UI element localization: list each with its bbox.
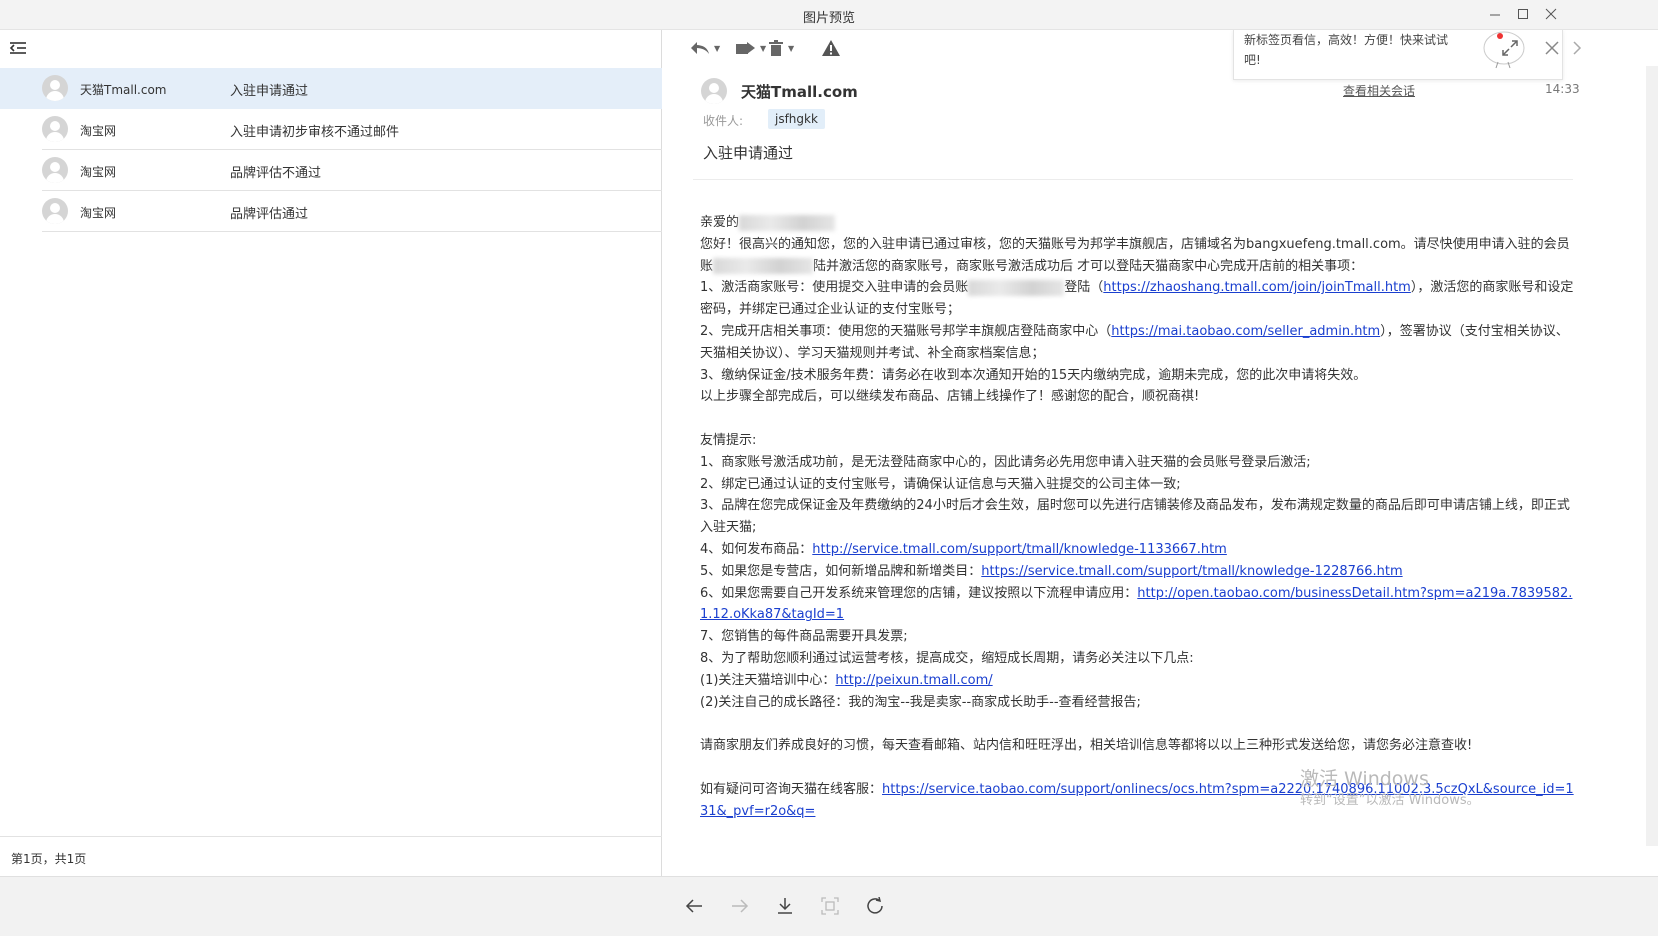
tip-text: 7、您销售的每件商品需要开具发票; bbox=[700, 629, 908, 645]
fit-to-window-button[interactable] bbox=[819, 895, 841, 917]
avatar bbox=[42, 198, 68, 224]
mail-sender: 淘宝网 bbox=[80, 124, 117, 138]
tips-title: 友情提示: bbox=[700, 432, 757, 448]
mail-reader: ▼ ▼ ▼ 新标签页看信，高效！方便！快来试试吧! 天猫Tmall.com 查看… bbox=[663, 30, 1658, 876]
contact-text: 如有疑问可咨询天猫在线客服： bbox=[700, 781, 883, 797]
avatar bbox=[42, 75, 68, 101]
forward-icon bbox=[736, 42, 755, 54]
chevron-right-icon bbox=[1573, 41, 1582, 55]
close-icon bbox=[1545, 41, 1559, 55]
tip-text: 2、绑定已通过认证的支付宝账号，请确保认证信息与天猫入驻提交的公司主体一致; bbox=[700, 476, 1181, 492]
next-button[interactable] bbox=[729, 895, 751, 917]
greeting: 亲爱的 bbox=[700, 215, 740, 230]
mail-subject: 品牌评估通过 bbox=[230, 207, 309, 222]
reply-button[interactable]: ▼ bbox=[689, 38, 720, 58]
avatar bbox=[42, 157, 68, 183]
expand-icon bbox=[1502, 40, 1518, 56]
vertical-scrollbar[interactable] bbox=[1646, 66, 1658, 846]
mail-subject: 品牌评估不通过 bbox=[230, 166, 322, 181]
mail-header: 天猫Tmall.com 查看相关会话 14:33 收件人: jsfhgkk 入驻… bbox=[663, 66, 1623, 216]
mail-list-item[interactable]: 天猫Tmall.com 入驻申请通过 bbox=[0, 68, 662, 109]
forward-nav-icon bbox=[732, 899, 749, 913]
paragraph: 陆并激活您的商家账号，商家账号激活成功后 才可以登陆天猫商家中心完成开店前的相关… bbox=[813, 258, 1364, 274]
new-brand-link[interactable]: https://service.tmall.com/support/tmall/… bbox=[981, 564, 1402, 579]
redacted-account bbox=[968, 279, 1065, 296]
tip-text: 3、品牌在您完成保证金及年费缴纳的24小时后才会生效，届时您可以先进行店铺装修及… bbox=[700, 498, 1570, 536]
left-toolbar bbox=[0, 30, 661, 68]
mail-sender: 淘宝网 bbox=[80, 206, 117, 220]
step-text: 3、缴纳保证金/技术服务年费：请务必在收到本次通知开始的15天内缴纳完成，逾期未… bbox=[700, 367, 1367, 383]
mail-subject-title: 入驻申请通过 bbox=[703, 144, 794, 162]
pagination-text: 第1页，共1页 bbox=[11, 852, 87, 866]
rotate-button[interactable] bbox=[864, 895, 886, 917]
tip-text: (1)关注天猫培训中心： bbox=[700, 672, 836, 688]
activation-watermark-subtitle: 转到“设置”以激活 Windows。 bbox=[1300, 793, 1480, 808]
related-conversation-link[interactable]: 查看相关会话 bbox=[1343, 82, 1415, 99]
step-text: 以上步骤全部完成后，可以继续发布商品、店铺上线操作了！感谢您的配合，顺祝商祺! bbox=[700, 389, 1200, 405]
step-text: 登陆（ bbox=[1064, 280, 1104, 296]
mail-sender: 天猫Tmall.com bbox=[80, 83, 167, 97]
mail-list-item[interactable]: 淘宝网 品牌评估通过 bbox=[42, 191, 662, 232]
mail-list-item[interactable]: 淘宝网 品牌评估不通过 bbox=[42, 150, 662, 191]
maximize-icon bbox=[1518, 9, 1528, 19]
mail-sender-name[interactable]: 天猫Tmall.com bbox=[741, 81, 858, 102]
tip-text: (2)关注自己的成长路径：我的淘宝--我是卖家--商家成长助手--查看经营报告; bbox=[700, 694, 1141, 710]
delete-button[interactable]: ▼ bbox=[767, 38, 794, 58]
reply-icon bbox=[691, 42, 709, 54]
window-title: 图片预览 bbox=[802, 11, 855, 26]
mail-body: 亲爱的 您好！很高兴的通知您，您的入驻申请已通过审核，您的天猫账号为邦学丰旗舰店… bbox=[700, 212, 1575, 822]
close-window-button[interactable] bbox=[1540, 3, 1562, 25]
collapse-sidebar-icon[interactable] bbox=[9, 40, 27, 56]
mail-subject: 入驻申请通过 bbox=[230, 84, 309, 99]
mail-subject: 入驻申请初步审核不通过邮件 bbox=[230, 125, 400, 140]
close-icon bbox=[1545, 8, 1557, 20]
expand-button[interactable] bbox=[1501, 38, 1519, 58]
publish-goods-link[interactable]: http://service.tmall.com/support/tmall/k… bbox=[812, 542, 1227, 557]
tip-text: 8、为了帮助您顺利通过试运营考核，提高成交，缩短成长周期，请务必关注以下几点: bbox=[700, 650, 1194, 666]
close-mail-button[interactable] bbox=[1545, 38, 1559, 58]
previous-button[interactable] bbox=[683, 895, 705, 917]
redacted-name bbox=[739, 214, 836, 231]
activation-watermark-title: 激活 Windows bbox=[1300, 768, 1429, 790]
header-divider bbox=[693, 179, 1573, 180]
mail-sender: 淘宝网 bbox=[80, 165, 117, 179]
join-tmall-link[interactable]: https://zhaoshang.tmall.com/join/joinTma… bbox=[1103, 280, 1411, 295]
mail-list: 天猫Tmall.com 入驻申请通过 淘宝网 入驻申请初步审核不通过邮件 淘宝网… bbox=[0, 68, 662, 232]
minimize-icon bbox=[1490, 14, 1500, 16]
back-icon bbox=[685, 899, 702, 913]
fit-icon bbox=[821, 897, 839, 915]
mail-list-item[interactable]: 淘宝网 入驻申请初步审核不通过邮件 bbox=[42, 109, 662, 150]
tip-text: 4、如何发布商品： bbox=[700, 541, 813, 557]
training-center-link[interactable]: http://peixun.tmall.com/ bbox=[835, 673, 992, 688]
mail-list-panel: 天猫Tmall.com 入驻申请通过 淘宝网 入驻申请初步审核不通过邮件 淘宝网… bbox=[0, 30, 662, 876]
tip-text: 6、如果您需要自己开发系统来管理您的店铺，建议按照以下流程申请应用： bbox=[700, 585, 1138, 601]
download-button[interactable] bbox=[774, 895, 796, 917]
title-bar: 图片预览 bbox=[0, 0, 1658, 30]
avatar bbox=[42, 116, 68, 142]
delete-icon bbox=[769, 40, 783, 56]
image-viewer-toolbar bbox=[0, 876, 1658, 936]
collapse-popup-button[interactable] bbox=[1571, 38, 1583, 58]
seller-admin-link[interactable]: https://mai.taobao.com/seller_admin.htm bbox=[1111, 324, 1380, 339]
notice-text: 请商家朋友们养成良好的习惯，每天查看邮箱、站内信和旺旺浮出，相关培训信息等都将以… bbox=[700, 738, 1473, 754]
rotate-icon bbox=[867, 897, 883, 914]
download-icon bbox=[778, 898, 792, 914]
recipient-label: 收件人: bbox=[703, 114, 744, 128]
recipient-chip[interactable]: jsfhgkk bbox=[768, 109, 825, 129]
avatar bbox=[701, 78, 727, 104]
tip-text: 1、商家账号激活成功前，是无法登陆商家中心的，因此请务必先用您申请入驻天猫的会员… bbox=[700, 454, 1311, 470]
tip-text: 5、如果您是专营店，如何新增品牌和新增类目： bbox=[700, 563, 982, 579]
redacted-account bbox=[713, 258, 814, 275]
report-spam-button[interactable] bbox=[821, 38, 841, 58]
reader-toolbar: ▼ ▼ ▼ 新标签页看信，高效！方便！快来试试吧! bbox=[663, 30, 1658, 80]
mail-time: 14:33 bbox=[1545, 82, 1580, 96]
pagination-bar: 第1页，共1页 bbox=[0, 836, 662, 876]
minimize-button[interactable] bbox=[1484, 3, 1506, 25]
step-text: 2、完成开店相关事项：使用您的天猫账号邦学丰旗舰店登陆商家中心（ bbox=[700, 323, 1112, 339]
popup-text: 新标签页看信，高效！方便！快来试试吧! bbox=[1244, 33, 1449, 67]
step-text: 1、激活商家账号：使用提交入驻申请的会员账 bbox=[700, 280, 969, 296]
warning-icon bbox=[822, 40, 840, 56]
maximize-button[interactable] bbox=[1512, 3, 1534, 25]
forward-button[interactable]: ▼ bbox=[735, 38, 766, 58]
